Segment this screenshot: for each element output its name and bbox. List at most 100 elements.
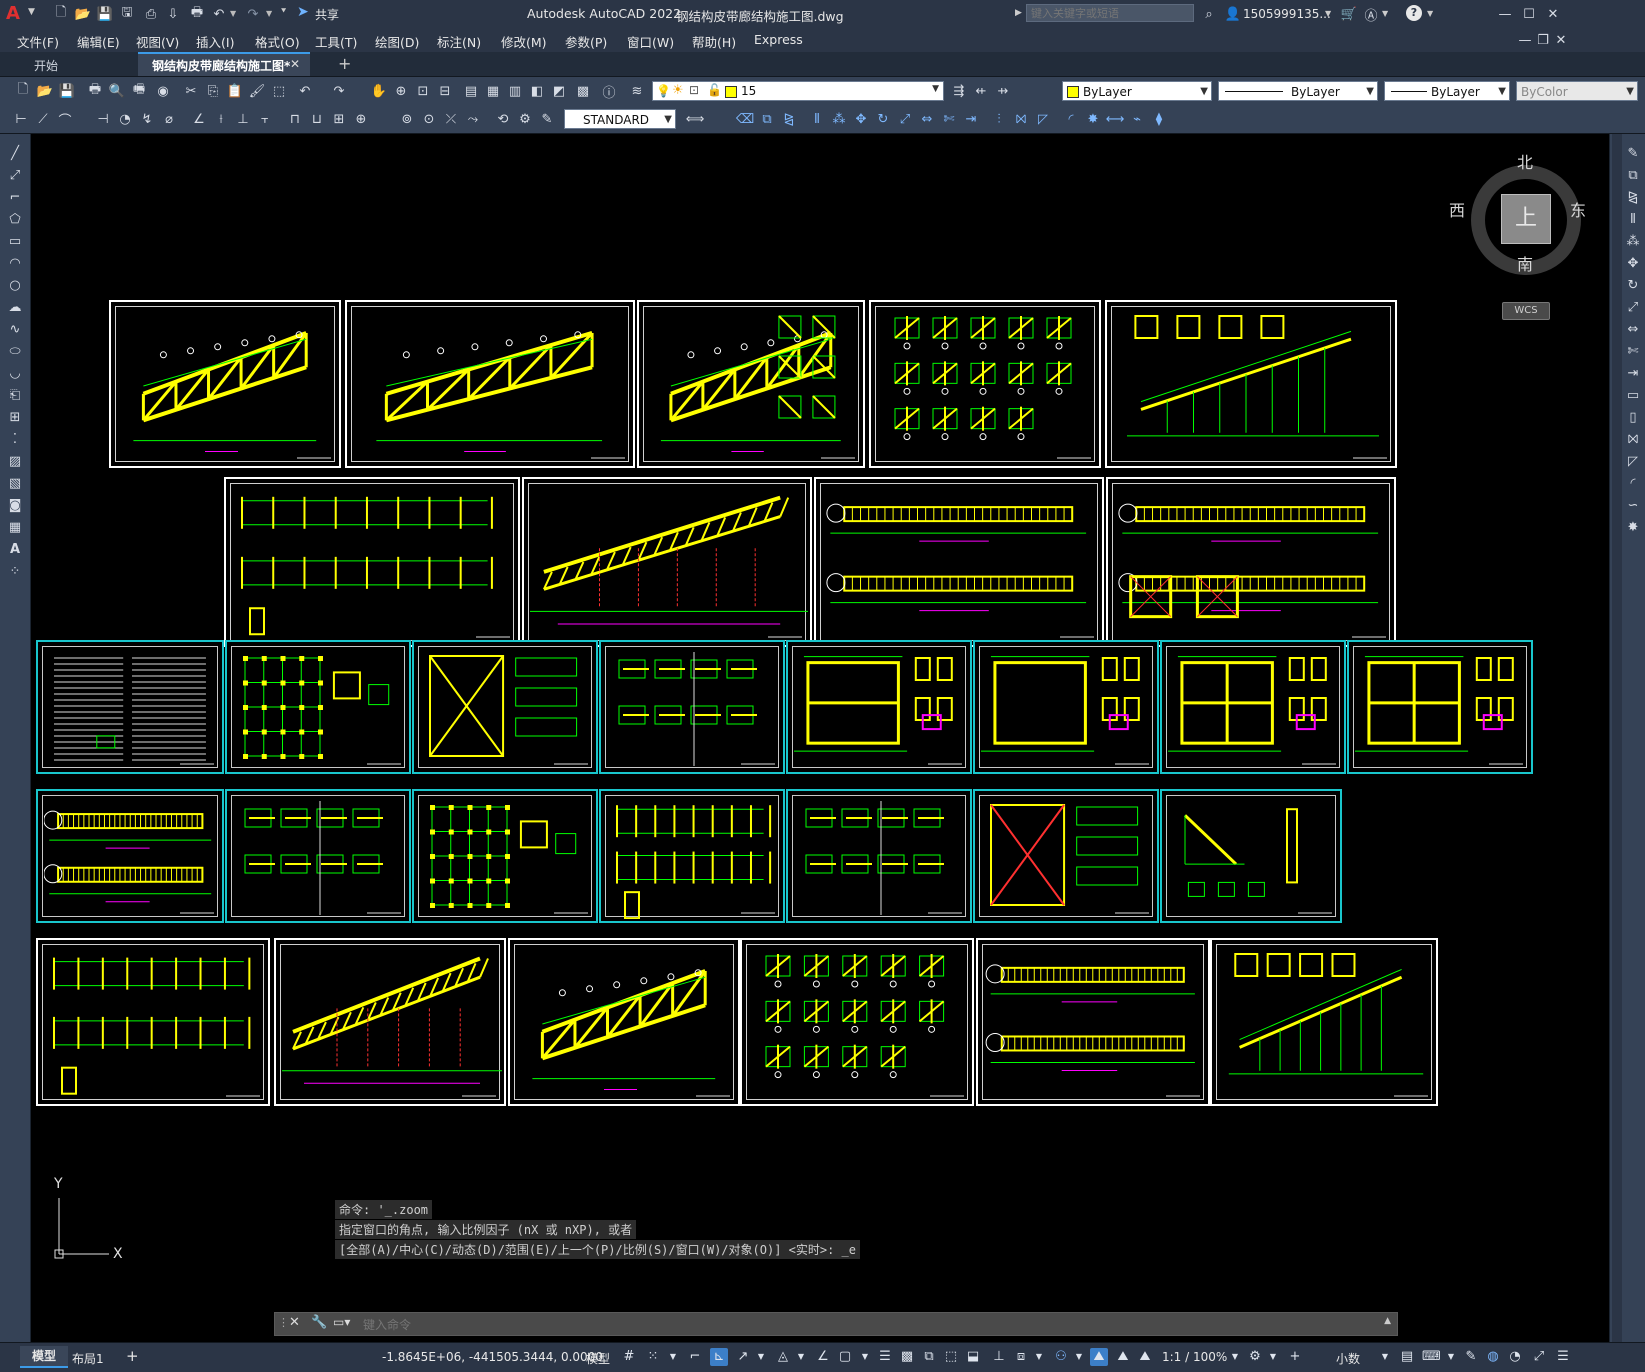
lineweight-dropdown[interactable]: ByLayer ▼: [1384, 81, 1510, 101]
gizmo-icon[interactable]: ⧈: [1012, 1348, 1030, 1366]
design-center-icon[interactable]: ▦: [484, 82, 502, 100]
isodraft-icon[interactable]: ◬: [774, 1348, 792, 1366]
drawing-sheet[interactable]: [412, 640, 598, 774]
color-dropdown-arrow-icon[interactable]: ▼: [1200, 82, 1208, 100]
annotation-scale-icon[interactable]: ⛰: [1114, 1348, 1132, 1366]
tab-start[interactable]: 开始: [8, 52, 134, 76]
qnew-icon[interactable]: 🗋: [14, 82, 32, 100]
dim-diameter-icon[interactable]: ⌀: [160, 110, 178, 128]
web-mobile-save-icon[interactable]: ⇩: [164, 5, 182, 23]
share-icon[interactable]: ➤: [297, 4, 309, 20]
scale-icon[interactable]: ⤢: [896, 110, 914, 128]
gradient-icon[interactable]: ▧: [6, 474, 24, 492]
dynamic-ucs-icon[interactable]: ⬓: [964, 1348, 982, 1366]
lengthen-icon[interactable]: ⟷: [1106, 110, 1125, 128]
print-icon[interactable]: 🖶: [86, 82, 104, 100]
ellipse-arc-icon[interactable]: ◡: [6, 364, 24, 382]
extend-right-icon[interactable]: ⇥: [1624, 364, 1642, 382]
paste-icon[interactable]: 📋: [226, 82, 244, 100]
match-properties-icon[interactable]: 🖌: [248, 82, 266, 100]
ortho-icon[interactable]: ⊾: [710, 1348, 728, 1366]
command-grip-icon[interactable]: ⋮: [278, 1316, 289, 1329]
dim-edit-icon[interactable]: ⤫: [442, 110, 460, 128]
command-scroll-icon[interactable]: ▲: [1384, 1316, 1391, 1326]
autocad-logo[interactable]: A: [6, 3, 28, 25]
erase-right-icon[interactable]: ✎: [1624, 144, 1642, 162]
tab-model[interactable]: 模型: [20, 1346, 68, 1368]
tab-close-icon[interactable]: ✕: [290, 57, 300, 71]
join-right-icon[interactable]: ⨝: [1624, 430, 1642, 448]
drawing-sheet[interactable]: [786, 640, 972, 774]
customization-icon[interactable]: ☰: [1554, 1348, 1572, 1366]
menu-dimension[interactable]: 标注(N): [437, 32, 481, 51]
drawing-sheet[interactable]: [36, 938, 270, 1106]
units-dropdown-icon[interactable]: ▼: [1376, 1348, 1394, 1366]
chamfer-right-icon[interactable]: ◸: [1624, 452, 1642, 470]
explode-right-icon[interactable]: ✸: [1624, 518, 1642, 536]
tool-palettes-icon[interactable]: ▥: [506, 82, 524, 100]
new-file-icon[interactable]: 🗋: [52, 5, 70, 23]
drawing-sheet[interactable]: [274, 938, 506, 1106]
drawing-sheet[interactable]: [225, 640, 411, 774]
minimize-icon[interactable]: —: [1496, 5, 1514, 23]
menu-parametric[interactable]: 参数(P): [565, 32, 607, 51]
lock-ui-dropdown-icon[interactable]: ▼: [1442, 1348, 1460, 1366]
linetype-dropdown-arrow-icon[interactable]: ▼: [1366, 82, 1374, 100]
tab-layout1[interactable]: 布局1: [72, 1350, 104, 1367]
circle-icon[interactable]: ○: [6, 276, 24, 294]
plotstyle-dropdown-arrow-icon[interactable]: ▼: [1626, 82, 1634, 100]
open-icon[interactable]: 📂: [36, 82, 54, 100]
polar-icon[interactable]: ↗: [734, 1348, 752, 1366]
drawing-sheets[interactable]: [31, 134, 1609, 1342]
selection-filter-icon[interactable]: ⊥: [990, 1348, 1008, 1366]
move-right-icon[interactable]: ✥: [1624, 254, 1642, 272]
isodraft-dropdown-icon[interactable]: ▼: [792, 1348, 810, 1366]
help-icon[interactable]: ?: [1406, 5, 1422, 21]
drawing-sheet[interactable]: [1106, 477, 1396, 647]
menu-insert[interactable]: 插入(I): [196, 32, 234, 51]
drawing-sheet[interactable]: [412, 789, 598, 923]
copy-icon[interactable]: ⎘: [204, 82, 222, 100]
save-icon[interactable]: 💾: [96, 5, 114, 23]
drawing-sheet[interactable]: [225, 789, 411, 923]
block-editor-icon[interactable]: ⬚: [270, 82, 288, 100]
trim-right-icon[interactable]: ✄: [1624, 342, 1642, 360]
chamfer-icon[interactable]: ◸: [1034, 110, 1052, 128]
jogged-linear-icon[interactable]: ⊙: [420, 110, 438, 128]
dim-baseline-icon[interactable]: ⊥: [234, 110, 252, 128]
fillet-right-icon[interactable]: ◜: [1624, 474, 1642, 492]
full-screen-icon[interactable]: ⤢: [1530, 1348, 1548, 1366]
doc-restore-icon[interactable]: ❐: [1534, 31, 1552, 49]
explode-icon[interactable]: ✸: [1084, 110, 1102, 128]
array-icon[interactable]: ⁂: [830, 110, 848, 128]
new-tab-button[interactable]: +: [338, 54, 351, 73]
lineweight-dropdown-arrow-icon[interactable]: ▼: [1498, 82, 1506, 100]
3d-print-icon[interactable]: ◉: [154, 82, 172, 100]
tab-active-drawing[interactable]: 钢结构皮带廊结构施工图* ✕: [138, 52, 310, 76]
web-mobile-open-icon[interactable]: ⎙: [142, 5, 160, 23]
menu-view[interactable]: 视图(V): [136, 32, 179, 51]
construction-line-icon[interactable]: ⤢: [6, 166, 24, 184]
pedit-icon[interactable]: ⌁: [1128, 110, 1146, 128]
close-icon[interactable]: ✕: [1544, 5, 1562, 23]
quick-dim-icon[interactable]: ⟊: [212, 110, 230, 128]
make-current-layer-icon[interactable]: ⇶: [950, 82, 968, 100]
erase-icon[interactable]: ⌫: [736, 110, 754, 128]
point-icon[interactable]: ⁚: [6, 430, 24, 448]
publish-icon[interactable]: 🖷: [130, 82, 148, 100]
snap-dropdown-icon[interactable]: ▼: [664, 1348, 682, 1366]
dim-space-icon[interactable]: ⊓: [286, 110, 304, 128]
polygon-icon[interactable]: ⬠: [6, 210, 24, 228]
mirror-icon[interactable]: ⧎: [780, 110, 798, 128]
annotation-monitor-icon[interactable]: ⛰: [1136, 1348, 1154, 1366]
extend-icon[interactable]: ⇥: [962, 110, 980, 128]
object-snap-dropdown-icon[interactable]: ▼: [856, 1348, 874, 1366]
drawing-sheet[interactable]: [740, 938, 974, 1106]
plot-icon[interactable]: 🖶: [188, 5, 206, 23]
revcloud-icon[interactable]: ☁: [6, 298, 24, 316]
drawing-sheet[interactable]: [1160, 789, 1342, 923]
menu-edit[interactable]: 编辑(E): [77, 32, 120, 51]
layer-states-icon[interactable]: ⇸: [994, 82, 1012, 100]
offset-right-icon[interactable]: ⫴: [1624, 210, 1642, 228]
customize-qat-icon[interactable]: ⯆: [280, 7, 287, 17]
